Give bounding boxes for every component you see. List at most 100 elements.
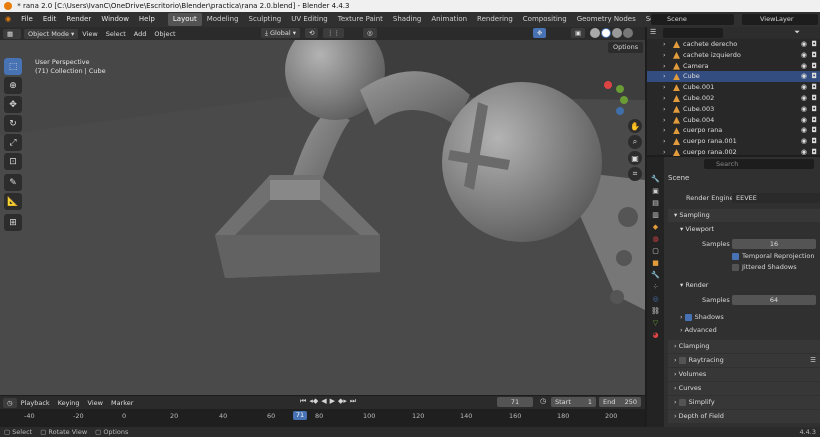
editor-type-button[interactable]: ▦: [3, 28, 21, 39]
move-icon[interactable]: ✥: [4, 96, 22, 113]
perspective-grid-icon[interactable]: ⌗: [628, 167, 642, 181]
tab-texture-paint[interactable]: Texture Paint: [333, 13, 388, 26]
outliner-row[interactable]: › cachete derecho ◉ ◘: [647, 39, 820, 50]
z-axis-icon[interactable]: [616, 85, 624, 93]
visibility-eye-icon[interactable]: ◉: [801, 136, 807, 147]
object-tab-icon[interactable]: ■: [652, 259, 659, 267]
shadows-checkbox-icon[interactable]: [684, 313, 692, 321]
select-box-icon[interactable]: ⬚: [4, 58, 22, 75]
render-camera-icon[interactable]: ◘: [811, 104, 817, 115]
snap-icon[interactable]: ⋮⋮: [323, 28, 344, 38]
jump-end-icon[interactable]: ⏭: [350, 397, 356, 406]
3d-viewport[interactable]: User Perspective (71) Collection | Cube …: [0, 40, 645, 395]
rendered-shading-icon[interactable]: [623, 28, 633, 38]
menu-window[interactable]: Window: [96, 12, 134, 27]
render-camera-icon[interactable]: ◘: [811, 39, 817, 50]
render-camera-icon[interactable]: ◘: [811, 50, 817, 61]
xray-icon[interactable]: ▣: [571, 28, 586, 38]
render-camera-icon[interactable]: ◘: [811, 115, 817, 126]
material-shading-icon[interactable]: [612, 28, 622, 38]
timeline-editor-type-icon[interactable]: ◷: [3, 397, 17, 408]
menu-timeline-view[interactable]: View: [84, 399, 107, 407]
tab-geometry-nodes[interactable]: Geometry Nodes: [572, 13, 641, 26]
raytracing-checkbox-icon[interactable]: [678, 356, 686, 364]
timeline-scrubber[interactable]: -40 -20 0 20 40 60 80 100 120 140 160 180 200 71: [0, 409, 645, 427]
scale-icon[interactable]: ⤢: [4, 134, 22, 151]
advanced-subpanel[interactable]: › Advanced: [680, 326, 717, 334]
outliner-row[interactable]: › Cube ◉ ◘: [647, 71, 820, 83]
render-engine-dropdown[interactable]: EEVEE: [732, 193, 820, 203]
render-camera-icon[interactable]: ◘: [811, 82, 817, 93]
modifier-tab-icon[interactable]: 🔧: [651, 271, 660, 279]
curves-panel[interactable]: › Curves: [668, 382, 820, 395]
render-camera-icon[interactable]: ◘: [811, 93, 817, 104]
simplify-checkbox-icon[interactable]: [678, 398, 686, 406]
pan-hand-icon[interactable]: ✋: [628, 119, 642, 133]
visibility-eye-icon[interactable]: ◉: [801, 61, 807, 72]
start-frame-field[interactable]: Start 1: [551, 397, 596, 407]
solid-shading-icon[interactable]: [601, 28, 611, 38]
view-layer-tab-icon[interactable]: ▥: [652, 211, 659, 219]
viewport-samples-field[interactable]: 16: [732, 239, 816, 249]
tool-tab-icon[interactable]: 🔧: [651, 175, 660, 183]
tab-layout[interactable]: Layout: [167, 13, 202, 26]
prev-keyframe-icon[interactable]: ◂◆: [309, 397, 318, 406]
menu-help[interactable]: Help: [134, 12, 160, 27]
outliner-row[interactable]: › Cube.004 ◉ ◘: [647, 115, 820, 126]
transform-icon[interactable]: ⊡: [4, 153, 22, 170]
camera-view-icon[interactable]: ▣: [628, 151, 642, 165]
outliner-row[interactable]: › cuerpo rana.001 ◉ ◘: [647, 136, 820, 147]
visibility-eye-icon[interactable]: ◉: [801, 82, 807, 93]
menu-add[interactable]: Add: [130, 30, 151, 38]
render-camera-icon[interactable]: ◘: [811, 61, 817, 72]
zoom-icon[interactable]: ⌕: [628, 135, 642, 149]
tab-uv-editing[interactable]: UV Editing: [286, 13, 333, 26]
menu-playback[interactable]: Playback: [17, 399, 54, 407]
render-camera-icon[interactable]: ◘: [811, 125, 817, 136]
navigation-gizmo[interactable]: [598, 76, 638, 116]
outliner-editor-icon[interactable]: ☰: [650, 28, 656, 36]
add-cube-icon[interactable]: ⊞: [4, 214, 22, 231]
expand-chevron-icon[interactable]: ›: [663, 71, 666, 82]
jittered-shadows-checkbox[interactable]: Jittered Shadows: [732, 263, 797, 271]
output-tab-icon[interactable]: ▤: [652, 199, 659, 207]
expand-chevron-icon[interactable]: ›: [663, 93, 666, 104]
scene-tab-icon[interactable]: ◆: [653, 223, 658, 231]
render-camera-icon[interactable]: ◘: [811, 136, 817, 147]
clamping-panel[interactable]: › Clamping: [668, 340, 820, 353]
menu-edit[interactable]: Edit: [38, 12, 62, 27]
expand-chevron-icon[interactable]: ›: [663, 50, 666, 61]
scene-selector[interactable]: Scene: [651, 14, 734, 25]
outliner-search-input[interactable]: [663, 28, 723, 38]
material-tab-icon[interactable]: ◕: [652, 331, 658, 339]
visibility-eye-icon[interactable]: ◉: [801, 39, 807, 50]
world-tab-icon[interactable]: ◍: [652, 235, 658, 243]
play-icon[interactable]: ▶: [330, 397, 335, 406]
blender-menu-icon[interactable]: ◉: [0, 12, 16, 27]
render-tab-icon[interactable]: ▣: [652, 187, 659, 195]
annotate-icon[interactable]: ✎: [4, 174, 22, 191]
render-subpanel-header[interactable]: ▾ Render: [668, 279, 820, 292]
tab-rendering[interactable]: Rendering: [472, 13, 518, 26]
particles-tab-icon[interactable]: ⁘: [653, 283, 659, 291]
neg-y-axis-icon[interactable]: [620, 96, 628, 104]
visibility-eye-icon[interactable]: ◉: [801, 115, 807, 126]
expand-chevron-icon[interactable]: ›: [663, 115, 666, 126]
outliner-row[interactable]: › Cube.003 ◉ ◘: [647, 104, 820, 115]
viewport-subpanel-header[interactable]: ▾ Viewport: [668, 223, 820, 236]
render-samples-field[interactable]: 64: [732, 295, 816, 305]
expand-chevron-icon[interactable]: ›: [663, 61, 666, 72]
depth-of-field-panel[interactable]: › Depth of Field: [668, 410, 820, 423]
jump-start-icon[interactable]: ⏮: [300, 397, 306, 406]
y-axis-icon[interactable]: [616, 107, 624, 115]
menu-keying[interactable]: Keying: [54, 399, 84, 407]
filter-icon[interactable]: ⏷: [794, 28, 800, 37]
visibility-eye-icon[interactable]: ◉: [801, 71, 807, 82]
rotate-icon[interactable]: ↻: [4, 115, 22, 132]
volumes-panel[interactable]: › Volumes: [668, 368, 820, 381]
options-button[interactable]: Options: [608, 42, 644, 53]
expand-chevron-icon[interactable]: ›: [663, 125, 666, 136]
visibility-eye-icon[interactable]: ◉: [801, 50, 807, 61]
raytracing-panel[interactable]: › Raytracing ☰: [668, 354, 820, 367]
x-axis-icon[interactable]: [604, 81, 612, 89]
